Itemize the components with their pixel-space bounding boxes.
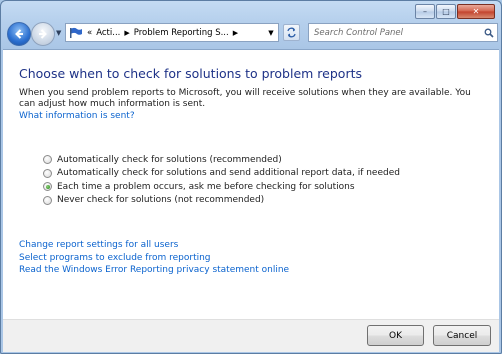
option-label[interactable]: Each time a problem occurs, ask me befor… xyxy=(57,182,355,192)
chevron-right-icon[interactable]: ▶ xyxy=(124,29,129,37)
radio-button[interactable] xyxy=(43,155,52,165)
option-auto-check[interactable]: Automatically check for solutions (recom… xyxy=(43,153,400,167)
page-description: When you send problem reports to Microso… xyxy=(19,88,471,109)
close-button[interactable]: ✕ xyxy=(457,4,495,19)
radio-button[interactable] xyxy=(43,182,52,192)
caption-buttons: – □ ✕ xyxy=(415,4,495,19)
select-programs-exclude-link[interactable]: Select programs to exclude from reportin… xyxy=(19,252,289,265)
search-icon[interactable] xyxy=(481,24,497,41)
search-box xyxy=(308,23,498,42)
radio-button[interactable] xyxy=(43,168,52,178)
search-input[interactable] xyxy=(309,27,481,38)
dialog-button-bar: OK Cancel xyxy=(3,319,499,352)
back-button[interactable] xyxy=(7,22,31,46)
option-label[interactable]: Automatically check for solutions (recom… xyxy=(57,155,282,165)
breadcrumb-item-action-center[interactable]: Acti... xyxy=(96,28,120,38)
option-label[interactable]: Automatically check for solutions and se… xyxy=(57,168,400,178)
page-title: Choose when to check for solutions to pr… xyxy=(19,66,362,81)
navigation-bar: ▼ « Acti... ▶ Problem Reporting S... ▶ ▼ xyxy=(5,21,498,47)
what-information-is-sent-link[interactable]: What information is sent? xyxy=(19,111,135,121)
forward-button[interactable] xyxy=(31,22,55,46)
cancel-button[interactable]: Cancel xyxy=(433,325,491,346)
change-report-settings-link[interactable]: Change report settings for all users xyxy=(19,239,289,252)
refresh-button[interactable] xyxy=(283,24,300,41)
related-links: Change report settings for all users Sel… xyxy=(19,239,289,277)
breadcrumb-prefix[interactable]: « xyxy=(87,28,92,38)
option-auto-check-send-data[interactable]: Automatically check for solutions and se… xyxy=(43,167,400,181)
option-label[interactable]: Never check for solutions (not recommend… xyxy=(57,195,264,205)
ok-button[interactable]: OK xyxy=(367,325,424,346)
radio-button[interactable] xyxy=(43,195,52,205)
chevron-right-icon[interactable]: ▶ xyxy=(233,29,238,37)
main-content: Choose when to check for solutions to pr… xyxy=(3,49,499,319)
minimize-button[interactable]: – xyxy=(415,4,435,19)
maximize-button[interactable]: □ xyxy=(436,4,456,19)
address-bar[interactable]: « Acti... ▶ Problem Reporting S... ▶ ▼ xyxy=(65,23,279,42)
reporting-options-group: Automatically check for solutions (recom… xyxy=(43,153,400,207)
refresh-icon xyxy=(287,27,296,38)
privacy-statement-link[interactable]: Read the Windows Error Reporting privacy… xyxy=(19,264,289,277)
address-dropdown-icon[interactable]: ▼ xyxy=(263,24,278,41)
arrow-right-icon xyxy=(39,29,47,39)
option-never-check[interactable]: Never check for solutions (not recommend… xyxy=(43,194,400,208)
control-panel-flag-icon xyxy=(70,27,82,38)
recent-pages-dropdown-icon[interactable]: ▼ xyxy=(56,29,61,37)
breadcrumb-item-problem-reporting[interactable]: Problem Reporting S... xyxy=(134,28,229,38)
control-panel-window: – □ ✕ ▼ « Acti... ▶ Problem Reporting S.… xyxy=(0,0,502,354)
option-ask-each-time[interactable]: Each time a problem occurs, ask me befor… xyxy=(43,180,400,194)
arrow-left-icon xyxy=(15,29,23,39)
